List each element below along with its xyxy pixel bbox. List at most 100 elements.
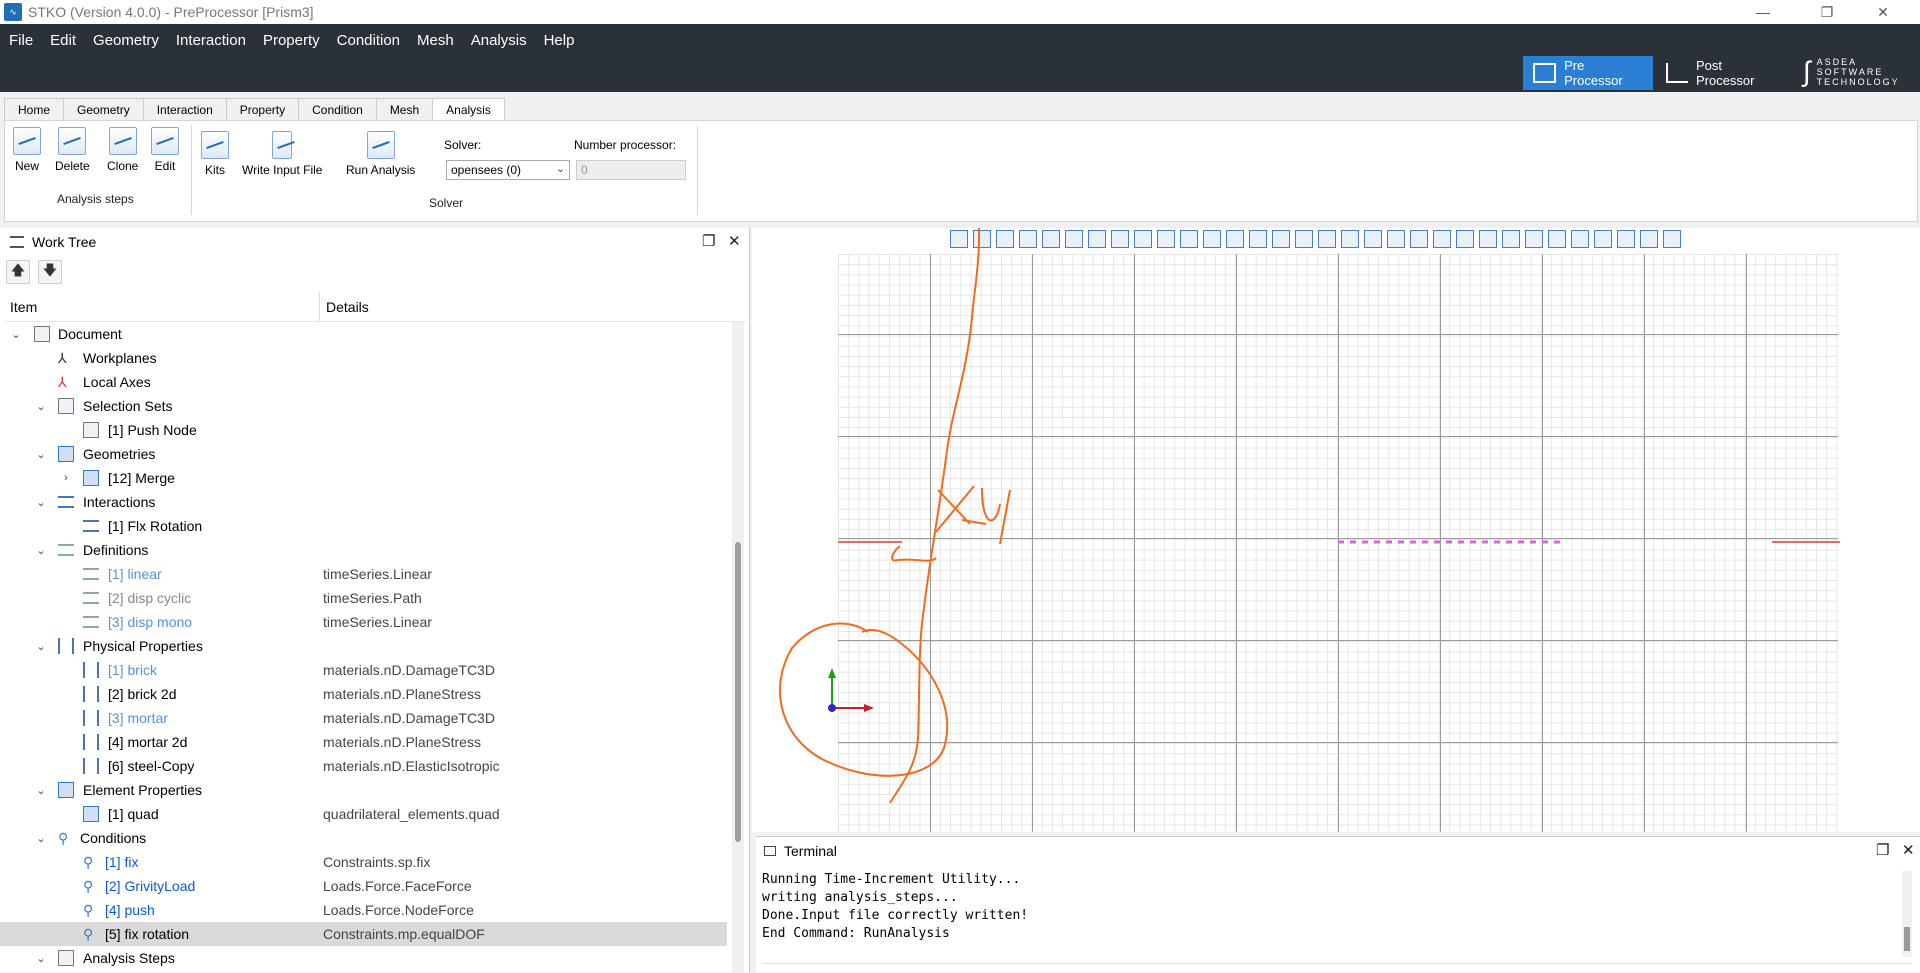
tab-geometry[interactable]: Geometry	[63, 98, 144, 120]
tree-row-physical-properties[interactable]: ⌄ Physical Properties	[0, 634, 727, 658]
close-button[interactable]: ✕	[1860, 0, 1906, 24]
menu-help[interactable]: Help	[544, 32, 575, 49]
origin-circle-annotation-icon	[779, 622, 949, 777]
run-analysis-button[interactable]: Run Analysis	[346, 127, 415, 177]
post-processor-button[interactable]: Post Processor	[1656, 56, 1786, 90]
menu-analysis[interactable]: Analysis	[471, 32, 527, 49]
scrollbar-thumb[interactable]	[735, 542, 741, 842]
tree-row-mortar-2d[interactable]: [4] mortar 2d materials.nD.PlaneStress	[0, 730, 727, 754]
definitions-icon	[58, 544, 74, 556]
terminal-scrollbar[interactable]	[1902, 871, 1912, 957]
pre-processor-button[interactable]: Pre Processor	[1523, 56, 1653, 90]
minimize-button[interactable]: —	[1740, 0, 1786, 24]
tree-row-quad[interactable]: [1] quad quadrilateral_elements.quad	[0, 802, 727, 826]
y-arrow-head-icon	[828, 668, 836, 678]
tree-row-definitions[interactable]: ⌄ Definitions	[0, 538, 727, 562]
close-panel-icon[interactable]: ✕	[728, 232, 741, 250]
chevron-down-icon[interactable]: ⌄	[35, 496, 47, 509]
tree-row-geometries[interactable]: ⌄ Geometries	[0, 442, 727, 466]
terminal-output: Running Time-Increment Utility... writin…	[762, 871, 1028, 943]
item-column-header[interactable]: Item	[10, 299, 37, 315]
solver-select[interactable]: opensees (0) ⌄	[446, 160, 570, 180]
edit-step-button[interactable]: Edit	[151, 127, 179, 173]
tree-row-linear[interactable]: [1] linear timeSeries.Linear	[0, 562, 727, 586]
menu-geometry[interactable]: Geometry	[93, 32, 159, 49]
tree-row-brick[interactable]: [1] brick materials.nD.DamageTC3D	[0, 658, 727, 682]
tree-row-analysis-steps[interactable]: ⌄ Analysis Steps	[0, 946, 727, 970]
write-input-file-button[interactable]: Write Input File	[242, 127, 322, 177]
restore-button[interactable]: ❐	[1804, 0, 1850, 24]
tree-row-fix-rotation[interactable]: ⚲ [5] fix rotation Constraints.mp.equalD…	[0, 922, 727, 946]
tree-row-label: [1] brick	[108, 662, 158, 678]
chevron-down-icon[interactable]: ⌄	[35, 448, 47, 461]
tree-row-selection-sets[interactable]: ⌄ Selection Sets	[0, 394, 727, 418]
float-terminal-icon[interactable]: ❐	[1876, 841, 1889, 859]
tab-property[interactable]: Property	[225, 98, 300, 120]
tab-home[interactable]: Home	[4, 98, 65, 120]
tab-condition[interactable]: Condition	[298, 98, 377, 120]
clone-step-button[interactable]: Clone	[107, 127, 138, 173]
chevron-down-icon[interactable]: ⌄	[35, 784, 47, 797]
menu-file[interactable]: File	[9, 32, 33, 49]
tree-row-flx-rotation[interactable]: [1] Flx Rotation	[0, 514, 727, 538]
tree-row-merge[interactable]: › [12] Merge	[0, 466, 727, 490]
chevron-down-icon[interactable]: ⌄	[35, 832, 47, 845]
selection-sets-icon	[58, 398, 74, 414]
definition-icon	[83, 592, 99, 604]
solver-group-label: Solver	[429, 196, 464, 210]
chevron-down-icon[interactable]: ⌄	[35, 544, 47, 557]
material-icon	[83, 662, 99, 678]
tab-mesh[interactable]: Mesh	[375, 98, 434, 120]
menu-condition[interactable]: Condition	[337, 32, 400, 49]
tree-row-push-node[interactable]: [1] Push Node	[0, 418, 727, 442]
chevron-down-icon[interactable]: ⌄	[35, 952, 47, 965]
tree-row-gravity-load[interactable]: ⚲ [2] GrivityLoad Loads.Force.FaceForce	[0, 874, 727, 898]
chevron-down-icon[interactable]: ⌄	[35, 400, 47, 413]
tree-row-document[interactable]: ⌄ Document	[0, 322, 727, 346]
tree-scrollbar[interactable]	[732, 322, 744, 972]
tree-row-brick-2d[interactable]: [2] brick 2d materials.nD.PlaneStress	[0, 682, 727, 706]
annotation-loop-icon	[891, 545, 937, 562]
logo-swirl-icon: ∫	[1803, 56, 1813, 87]
tree-row-interactions[interactable]: ⌄ Interactions	[0, 490, 727, 514]
kits-button[interactable]: Kits	[201, 127, 229, 177]
menu-property[interactable]: Property	[263, 32, 320, 49]
float-panel-icon[interactable]: ❐	[702, 232, 715, 250]
document-icon	[34, 326, 50, 342]
tree-row-disp-mono[interactable]: [3] disp mono timeSeries.Linear	[0, 610, 727, 634]
move-down-button[interactable]: 🡇	[38, 260, 62, 284]
new-step-button[interactable]: New	[13, 127, 41, 173]
tree-row-steel-copy[interactable]: [6] steel-Copy materials.nD.ElasticIsotr…	[0, 754, 727, 778]
terminal-title: Terminal	[764, 843, 837, 859]
move-up-button[interactable]: 🡅	[6, 260, 30, 284]
tree-row-local-axes[interactable]: ⅄ Local Axes	[0, 370, 727, 394]
scrollbar-thumb[interactable]	[1904, 927, 1910, 951]
pre-processor-label: Pre Processor	[1564, 58, 1623, 88]
tree-row-disp-cyclic[interactable]: [2] disp cyclic timeSeries.Path	[0, 586, 727, 610]
chevron-down-icon[interactable]: ⌄	[35, 640, 47, 653]
delete-step-button[interactable]: Delete	[55, 127, 90, 173]
chevron-right-icon[interactable]: ›	[60, 472, 72, 484]
tree-row-conditions[interactable]: ⌄ ⚲ Conditions	[0, 826, 727, 850]
analysis-steps-icon	[58, 950, 74, 966]
tree-row-workplanes[interactable]: ⅄ Workplanes	[0, 346, 727, 370]
chevron-down-icon[interactable]: ⌄	[10, 328, 22, 341]
tree-row-fix[interactable]: ⚲ [1] fix Constraints.sp.fix	[0, 850, 727, 874]
number-processor-label: Number processor:	[574, 138, 677, 152]
tree-row-push[interactable]: ⚲ [4] push Loads.Force.NodeForce	[0, 898, 727, 922]
tree-row-mortar[interactable]: [3] mortar materials.nD.DamageTC3D	[0, 706, 727, 730]
menu-interaction[interactable]: Interaction	[176, 32, 246, 49]
close-terminal-icon[interactable]: ✕	[1902, 841, 1915, 859]
tree-row-element-properties[interactable]: ⌄ Element Properties	[0, 778, 727, 802]
material-icon	[83, 758, 99, 774]
tab-analysis[interactable]: Analysis	[432, 98, 505, 121]
tree-row-detail: timeSeries.Linear	[323, 566, 432, 582]
interaction-icon	[83, 520, 99, 532]
number-processor-spinbox[interactable]: 0	[576, 160, 686, 180]
menu-edit[interactable]: Edit	[50, 32, 76, 49]
column-divider[interactable]	[319, 292, 320, 322]
menu-mesh[interactable]: Mesh	[417, 32, 454, 49]
details-column-header[interactable]: Details	[326, 299, 369, 315]
tab-interaction[interactable]: Interaction	[142, 98, 227, 120]
ribbon-separator	[191, 125, 192, 215]
